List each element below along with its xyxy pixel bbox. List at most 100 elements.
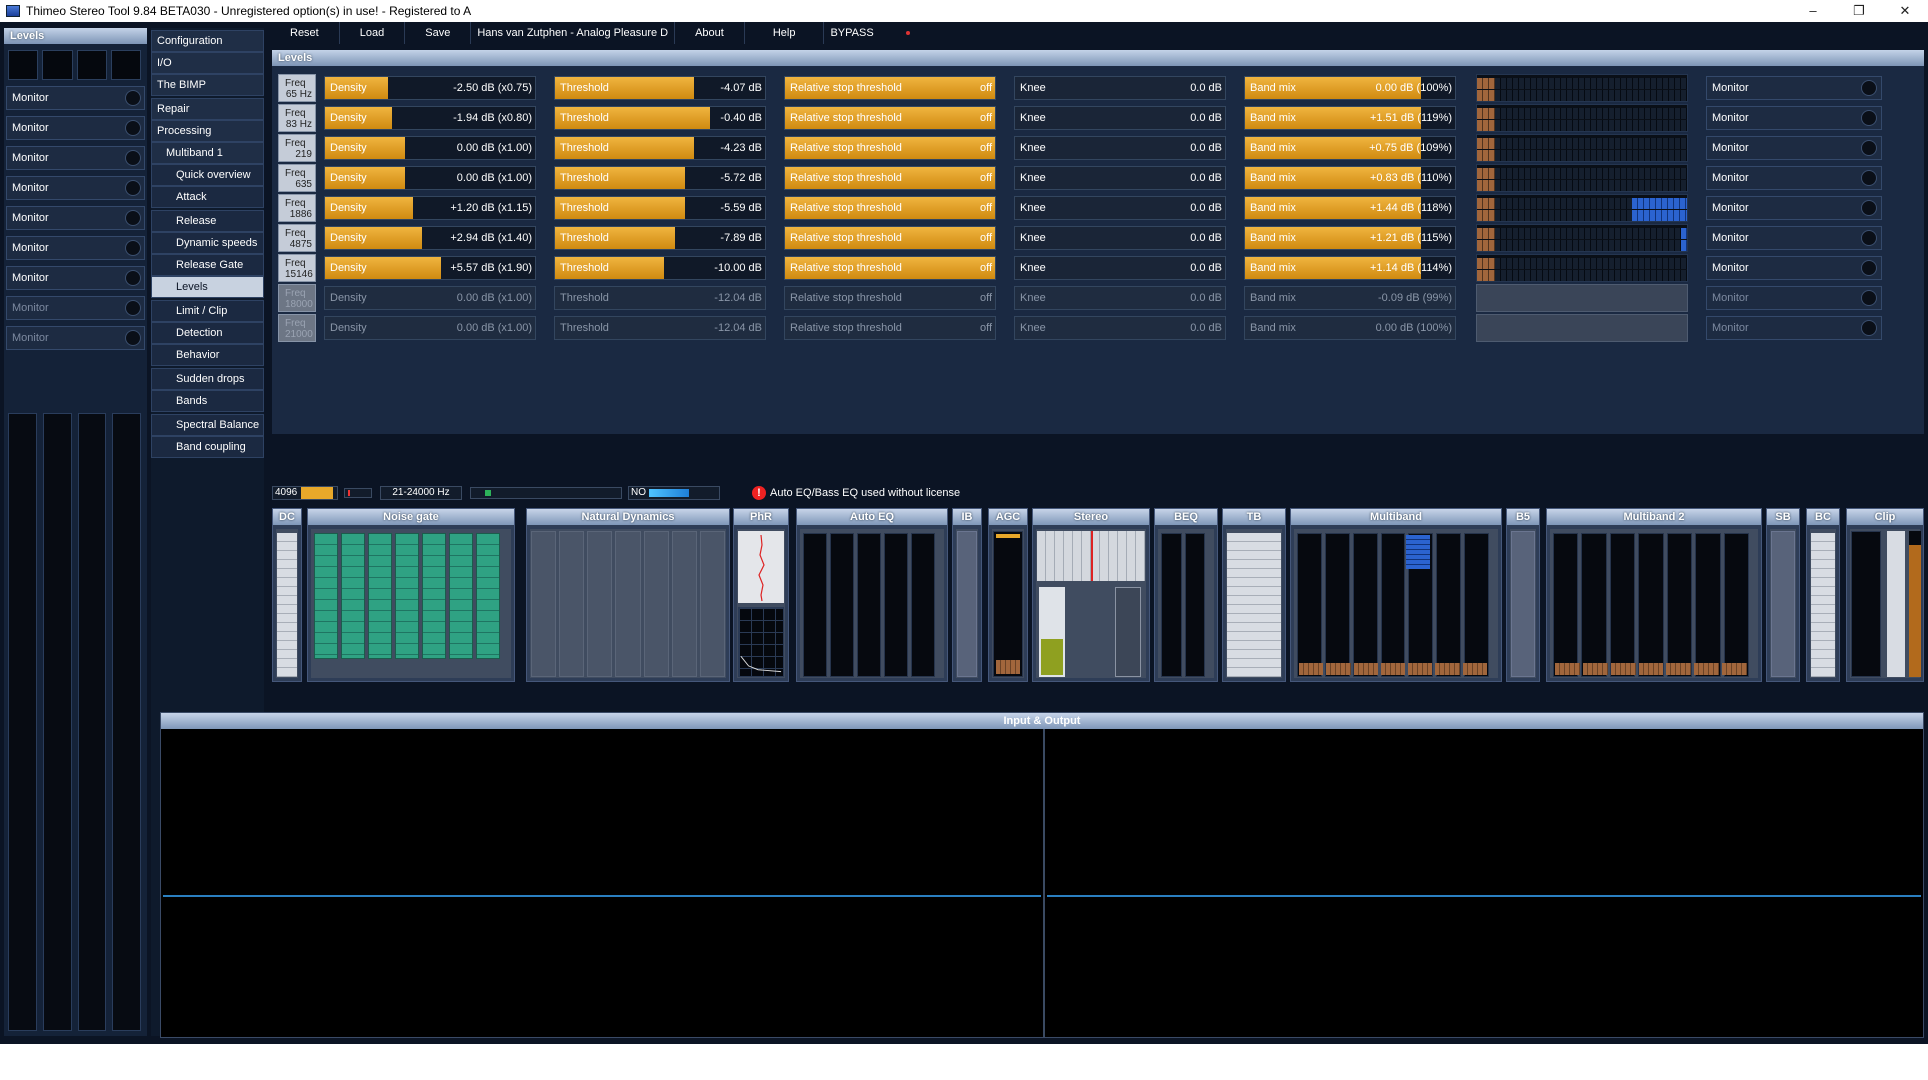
nav-item-repair[interactable]: Repair	[151, 98, 264, 120]
nav-item-band-coupling[interactable]: Band coupling	[151, 436, 264, 458]
band-monitor[interactable]: Monitor	[1706, 286, 1882, 310]
band-frequency[interactable]: Freq 635	[278, 164, 316, 192]
left-monitor-7[interactable]: Monitor	[6, 266, 145, 290]
knee-slider[interactable]: Knee 0.0 dB	[1014, 226, 1226, 250]
relative-stop-threshold-slider[interactable]: Relative stop threshold off	[784, 316, 996, 340]
band-frequency[interactable]: Freq 18000	[278, 284, 316, 312]
module-noise-gate[interactable]: Noise gate	[307, 508, 515, 682]
density-slider[interactable]: Density -2.50 dB (x0.75)	[324, 76, 536, 100]
band-monitor[interactable]: Monitor	[1706, 316, 1882, 340]
power-icon[interactable]	[1861, 140, 1877, 156]
module-ib[interactable]: IB	[952, 508, 982, 682]
nav-item-bands[interactable]: Bands	[151, 390, 264, 412]
relative-stop-threshold-slider[interactable]: Relative stop threshold off	[784, 76, 996, 100]
power-icon[interactable]	[1861, 110, 1877, 126]
bypass-button[interactable]: BYPASS	[824, 22, 879, 44]
knee-slider[interactable]: Knee 0.0 dB	[1014, 136, 1226, 160]
nav-item-attack[interactable]: Attack	[151, 186, 264, 208]
band-mix-slider[interactable]: Band mix +1.44 dB (118%)	[1244, 196, 1456, 220]
module-beq[interactable]: BEQ	[1154, 508, 1218, 682]
close-button[interactable]: ✕	[1882, 0, 1928, 22]
left-monitor-9[interactable]: Monitor	[6, 326, 145, 350]
module-stereo[interactable]: Stereo	[1032, 508, 1150, 682]
nav-item-levels[interactable]: Levels	[151, 276, 264, 298]
relative-stop-threshold-slider[interactable]: Relative stop threshold off	[784, 256, 996, 280]
about-button[interactable]: About	[675, 22, 745, 44]
power-icon[interactable]	[1861, 230, 1877, 246]
threshold-slider[interactable]: Threshold -10.00 dB	[554, 256, 766, 280]
nav-item-limit-clip[interactable]: Limit / Clip	[151, 300, 264, 322]
nav-item-quick-overview[interactable]: Quick overview	[151, 164, 264, 186]
module-auto-eq[interactable]: Auto EQ	[796, 508, 948, 682]
power-icon[interactable]	[125, 150, 141, 166]
density-slider[interactable]: Density +1.20 dB (x1.15)	[324, 196, 536, 220]
power-icon[interactable]	[125, 90, 141, 106]
band-monitor[interactable]: Monitor	[1706, 136, 1882, 160]
band-monitor[interactable]: Monitor	[1706, 226, 1882, 250]
power-icon[interactable]	[1861, 170, 1877, 186]
power-icon[interactable]	[1861, 200, 1877, 216]
nav-item-i-o[interactable]: I/O	[151, 52, 264, 74]
threshold-slider[interactable]: Threshold -12.04 dB	[554, 286, 766, 310]
power-icon[interactable]	[125, 330, 141, 346]
band-mix-slider[interactable]: Band mix +0.83 dB (110%)	[1244, 166, 1456, 190]
module-bc[interactable]: BC	[1806, 508, 1840, 682]
band-frequency[interactable]: Freq 4875	[278, 224, 316, 252]
power-icon[interactable]	[1861, 320, 1877, 336]
relative-stop-threshold-slider[interactable]: Relative stop threshold off	[784, 136, 996, 160]
module-tb[interactable]: TB	[1222, 508, 1286, 682]
band-monitor[interactable]: Monitor	[1706, 106, 1882, 130]
nav-item-processing[interactable]: Processing	[151, 120, 264, 142]
power-icon[interactable]	[125, 270, 141, 286]
maximize-button[interactable]: ❐	[1836, 0, 1882, 22]
threshold-slider[interactable]: Threshold -5.59 dB	[554, 196, 766, 220]
density-slider[interactable]: Density +5.57 dB (x1.90)	[324, 256, 536, 280]
knee-slider[interactable]: Knee 0.0 dB	[1014, 166, 1226, 190]
knee-slider[interactable]: Knee 0.0 dB	[1014, 76, 1226, 100]
relative-stop-threshold-slider[interactable]: Relative stop threshold off	[784, 166, 996, 190]
threshold-slider[interactable]: Threshold -4.23 dB	[554, 136, 766, 160]
power-icon[interactable]	[125, 240, 141, 256]
nav-item-behavior[interactable]: Behavior	[151, 344, 264, 366]
relative-stop-threshold-slider[interactable]: Relative stop threshold off	[784, 286, 996, 310]
power-icon[interactable]	[1861, 80, 1877, 96]
nav-item-release-gate[interactable]: Release Gate	[151, 254, 264, 276]
left-monitor-8[interactable]: Monitor	[6, 296, 145, 320]
knee-slider[interactable]: Knee 0.0 dB	[1014, 286, 1226, 310]
module-sb[interactable]: SB	[1766, 508, 1800, 682]
band-mix-slider[interactable]: Band mix 0.00 dB (100%)	[1244, 76, 1456, 100]
module-multiband-2[interactable]: Multiband 2	[1546, 508, 1762, 682]
help-button[interactable]: Help	[745, 22, 825, 44]
nav-item-spectral-balance[interactable]: Spectral Balance	[151, 414, 264, 436]
density-slider[interactable]: Density 0.00 dB (x1.00)	[324, 286, 536, 310]
power-icon[interactable]	[125, 300, 141, 316]
band-mix-slider[interactable]: Band mix +1.51 dB (119%)	[1244, 106, 1456, 130]
left-monitor-6[interactable]: Monitor	[6, 236, 145, 260]
module-multiband[interactable]: Multiband	[1290, 508, 1502, 682]
left-monitor-4[interactable]: Monitor	[6, 176, 145, 200]
left-monitor-2[interactable]: Monitor	[6, 116, 145, 140]
knee-slider[interactable]: Knee 0.0 dB	[1014, 196, 1226, 220]
density-slider[interactable]: Density +2.94 dB (x1.40)	[324, 226, 536, 250]
nav-item-dynamic-speeds[interactable]: Dynamic speeds	[151, 232, 264, 254]
nav-item-multiband-1[interactable]: Multiband 1	[151, 142, 264, 164]
left-monitor-3[interactable]: Monitor	[6, 146, 145, 170]
threshold-slider[interactable]: Threshold -7.89 dB	[554, 226, 766, 250]
band-frequency[interactable]: Freq 15146	[278, 254, 316, 282]
module-phr[interactable]: PhR	[733, 508, 789, 682]
band-frequency[interactable]: Freq 21000	[278, 314, 316, 342]
band-monitor[interactable]: Monitor	[1706, 256, 1882, 280]
nav-item-detection[interactable]: Detection	[151, 322, 264, 344]
module-dc[interactable]: DC	[272, 508, 302, 682]
threshold-slider[interactable]: Threshold -5.72 dB	[554, 166, 766, 190]
band-frequency[interactable]: Freq 219	[278, 134, 316, 162]
density-slider[interactable]: Density 0.00 dB (x1.00)	[324, 136, 536, 160]
band-frequency[interactable]: Freq 83 Hz	[278, 104, 316, 132]
load-button[interactable]: Load	[340, 22, 406, 44]
nav-item-release[interactable]: Release	[151, 210, 264, 232]
threshold-slider[interactable]: Threshold -0.40 dB	[554, 106, 766, 130]
power-icon[interactable]	[1861, 260, 1877, 276]
frequency-range[interactable]: 21-24000 Hz	[380, 486, 462, 500]
relative-stop-threshold-slider[interactable]: Relative stop threshold off	[784, 106, 996, 130]
power-icon[interactable]	[125, 120, 141, 136]
